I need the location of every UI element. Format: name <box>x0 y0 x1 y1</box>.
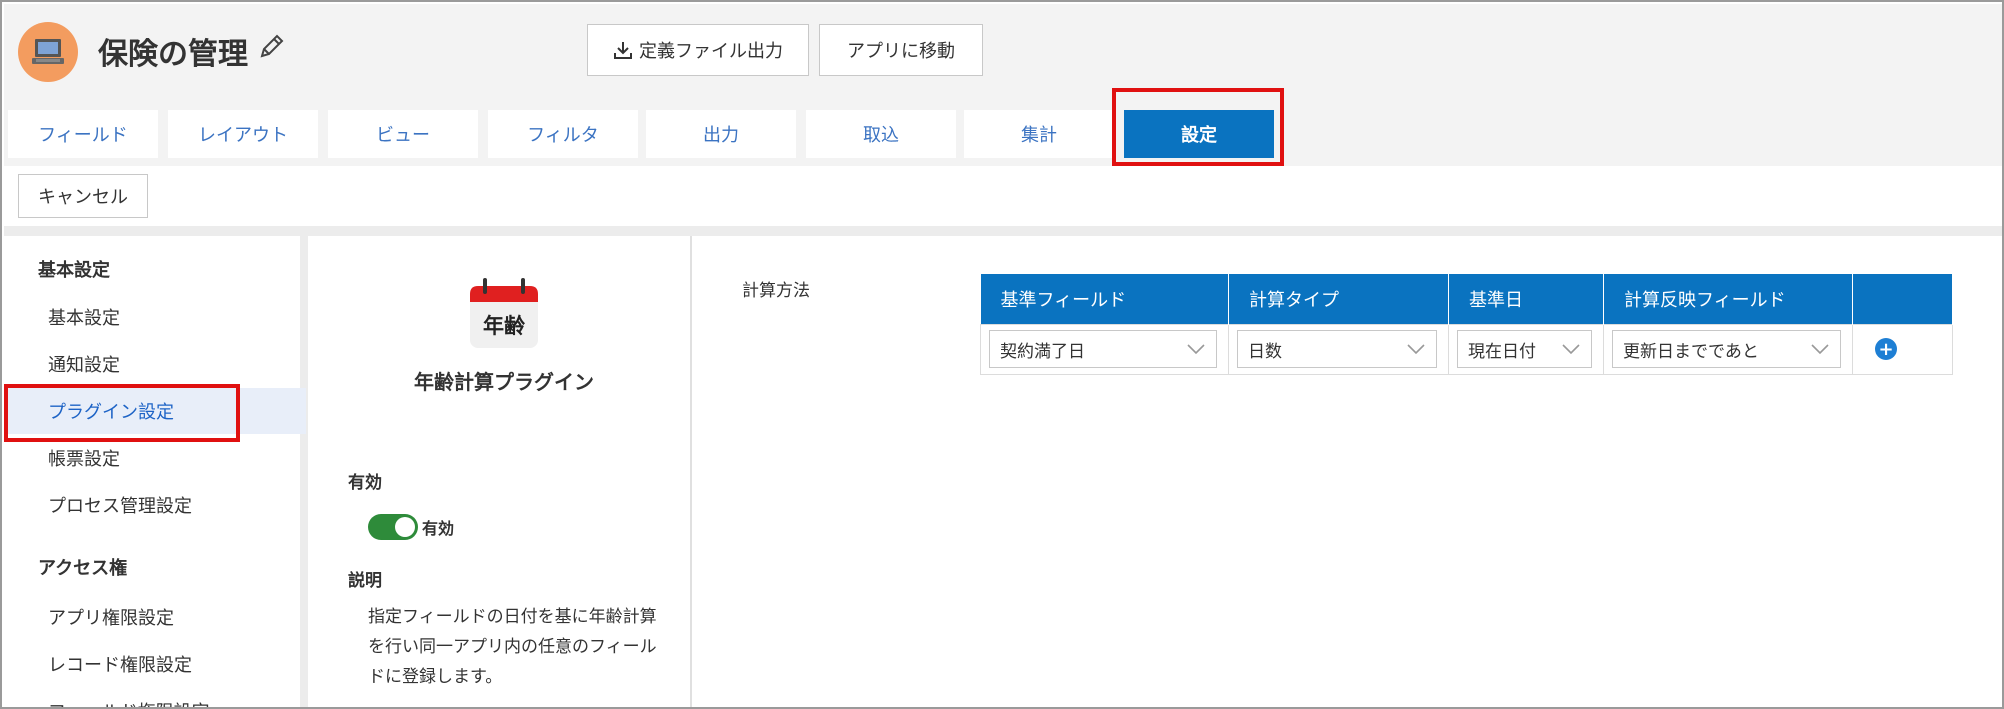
go-to-app-button[interactable]: アプリに移動 <box>819 24 983 76</box>
header-target-field: 計算反映フィールド <box>1603 274 1853 324</box>
tab-fields[interactable]: フィールド <box>8 110 158 158</box>
add-row-icon[interactable]: + <box>1875 338 1897 360</box>
base-field-select[interactable]: 契約満了日 <box>989 330 1217 368</box>
sidebar-item-basic-settings[interactable]: 基本設定 <box>6 294 306 340</box>
plugin-info-panel: 年齢 年齢計算プラグイン 有効 有効 説明 指定フィールドの日付を基に年齢計算を… <box>316 236 692 707</box>
enabled-heading: 有効 <box>348 473 382 493</box>
plugin-description: 指定フィールドの日付を基に年齢計算を行い同一アプリ内の任意のフィールドに登録しま… <box>368 607 657 687</box>
laptop-icon <box>32 39 64 64</box>
chevron-down-icon <box>1811 344 1829 355</box>
highlight-box-plugin-settings <box>4 384 240 442</box>
header-calc-type: 計算タイプ <box>1228 274 1449 324</box>
header-base-date: 基準日 <box>1448 274 1604 324</box>
calc-type-value: 日数 <box>1248 341 1282 362</box>
enabled-toggle-label: 有効 <box>422 519 455 538</box>
sidebar-item-record-permissions[interactable]: レコード権限設定 <box>6 641 306 687</box>
calc-settings-table: 基準フィールド 計算タイプ 基準日 計算反映フィールド 契約満了日 日数 現在日… <box>980 274 1953 375</box>
table-row: 契約満了日 日数 現在日付 更新日までであと + <box>980 323 1953 375</box>
pencil-icon[interactable] <box>258 32 286 60</box>
calendar-icon: 年齢 <box>470 278 538 348</box>
sidebar-item-field-permissions[interactable]: フィールド権限設定 <box>6 688 306 707</box>
sidebar-heading-basic: 基本設定 <box>38 260 110 281</box>
tab-import[interactable]: 取込 <box>806 110 956 158</box>
sidebar-heading-access: アクセス権 <box>38 558 128 579</box>
header-base-field: 基準フィールド <box>980 274 1229 324</box>
window-frame: 保険の管理 定義ファイル出力 アプリに移動 フィールド レイアウト ビュー フィ… <box>0 0 2004 709</box>
calc-type-select[interactable]: 日数 <box>1237 330 1437 368</box>
enabled-toggle[interactable] <box>368 514 418 540</box>
tab-filter[interactable]: フィルタ <box>488 110 638 158</box>
base-field-value: 契約満了日 <box>1000 341 1085 362</box>
app-title: 保険の管理 <box>98 37 248 72</box>
app-header: 保険の管理 定義ファイル出力 アプリに移動 <box>4 4 2002 104</box>
tab-bar: フィールド レイアウト ビュー フィルタ 出力 取込 集計 設定 <box>4 104 2002 166</box>
target-field-value: 更新日までであと <box>1623 341 1759 362</box>
base-date-value: 現在日付 <box>1468 341 1536 362</box>
settings-sidebar: 基本設定 基本設定 通知設定 プラグイン設定 帳票設定 プロセス管理設定 アクセ… <box>4 236 308 707</box>
base-date-select[interactable]: 現在日付 <box>1457 330 1592 368</box>
description-heading: 説明 <box>348 571 382 591</box>
calc-method-label: 計算方法 <box>742 281 810 301</box>
chevron-down-icon <box>1562 344 1580 355</box>
tab-output[interactable]: 出力 <box>646 110 796 158</box>
sidebar-item-process-management[interactable]: プロセス管理設定 <box>6 482 306 528</box>
tab-layout[interactable]: レイアウト <box>168 110 318 158</box>
plugin-settings-area: 計算方法 基準フィールド 計算タイプ 基準日 計算反映フィールド 契約満了日 日… <box>694 236 2002 707</box>
calendar-icon-text: 年齢 <box>483 314 526 338</box>
plugin-name: 年齢計算プラグイン <box>414 370 594 394</box>
export-definition-button[interactable]: 定義ファイル出力 <box>587 24 809 76</box>
sidebar-item-app-permissions[interactable]: アプリ権限設定 <box>6 594 306 640</box>
chevron-down-icon <box>1187 344 1205 355</box>
cancel-button[interactable]: キャンセル <box>18 174 148 218</box>
toolbar: キャンセル <box>4 166 2002 226</box>
table-header-row: 基準フィールド 計算タイプ 基準日 計算反映フィールド <box>980 274 1953 324</box>
highlight-box-settings-tab <box>1112 88 1284 166</box>
app-icon <box>18 22 78 82</box>
divider <box>4 226 2002 236</box>
tab-aggregate[interactable]: 集計 <box>964 110 1114 158</box>
sidebar-item-notification-settings[interactable]: 通知設定 <box>6 341 306 387</box>
target-field-select[interactable]: 更新日までであと <box>1612 330 1841 368</box>
tab-views[interactable]: ビュー <box>328 110 478 158</box>
export-definition-label: 定義ファイル出力 <box>639 41 783 62</box>
header-actions <box>1852 274 1953 324</box>
download-icon <box>614 42 632 59</box>
chevron-down-icon <box>1407 344 1425 355</box>
